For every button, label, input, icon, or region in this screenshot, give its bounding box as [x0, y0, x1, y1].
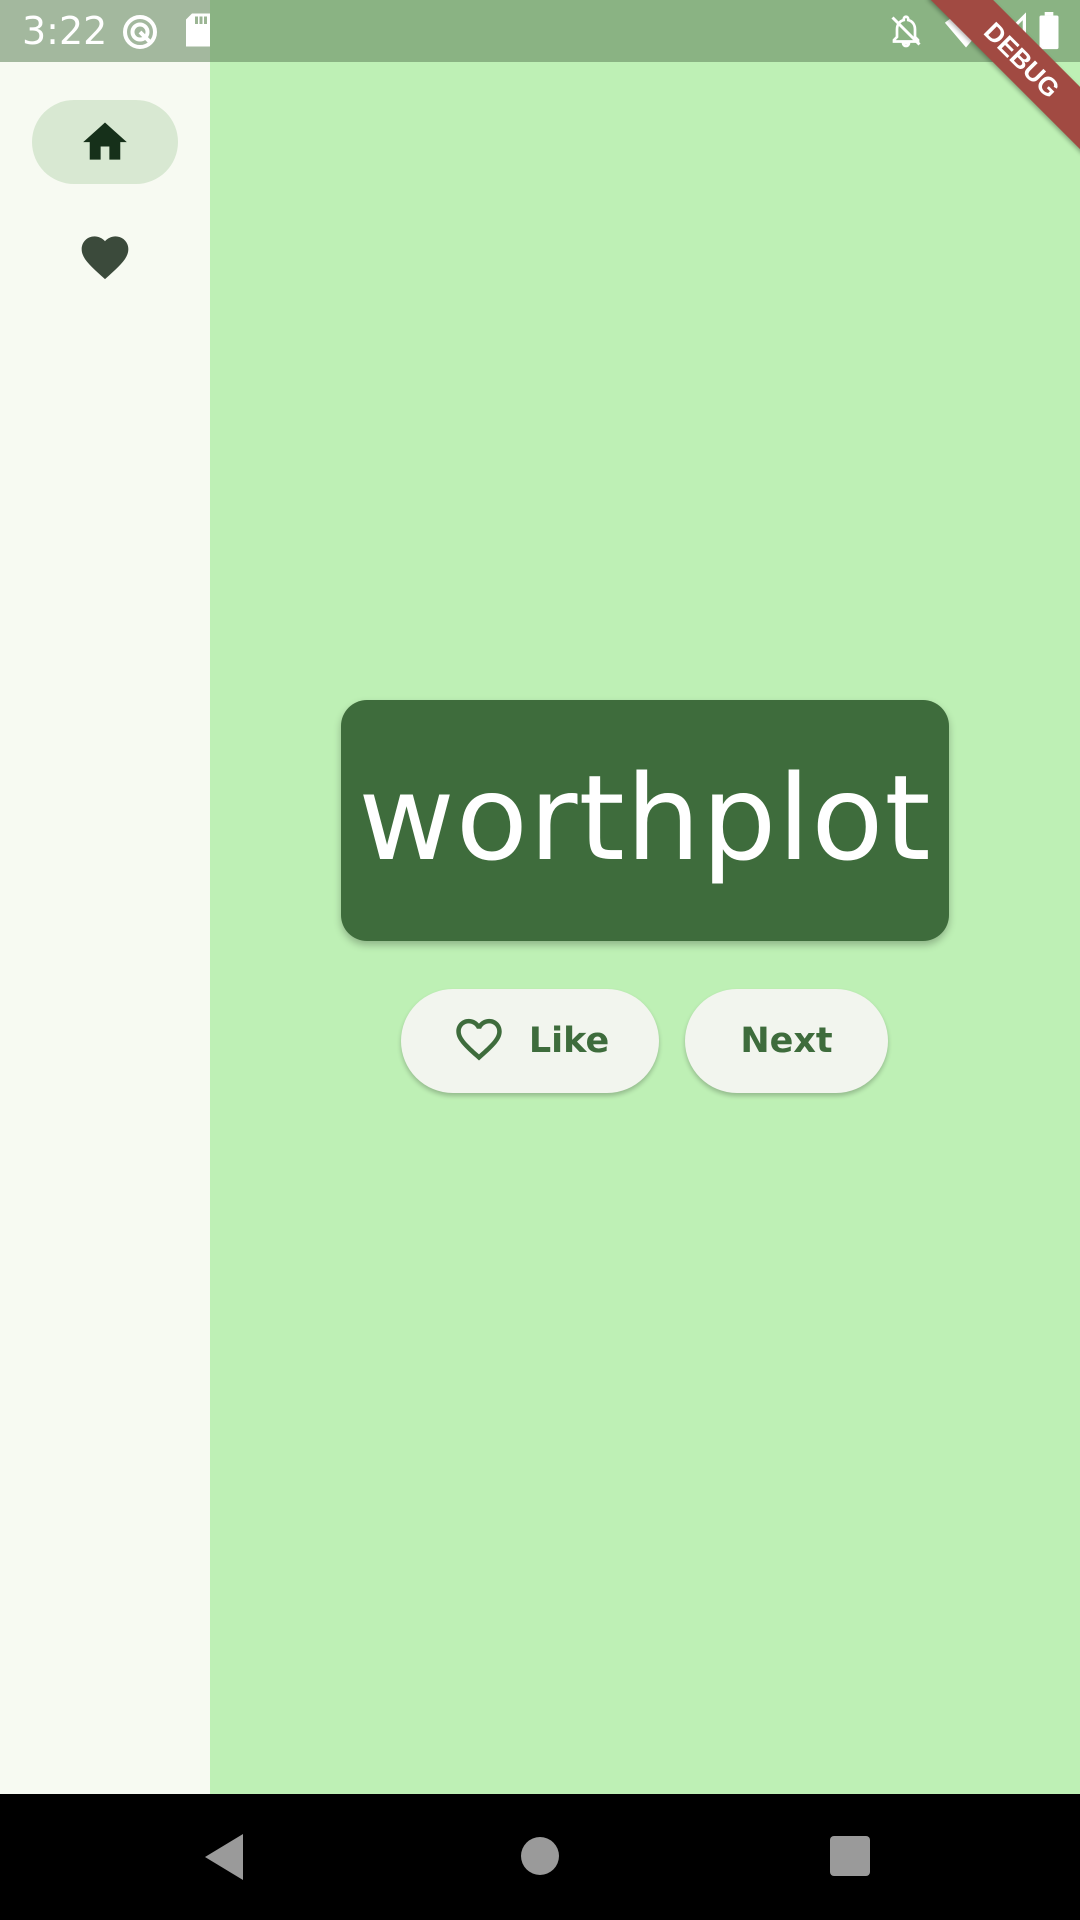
status-bar: 3:22 [0, 0, 1080, 62]
sync-icon [120, 12, 160, 57]
navigation-rail [0, 0, 210, 1794]
favorite-border-icon [451, 1012, 507, 1071]
like-button[interactable]: Like [401, 989, 659, 1093]
word-pair-card: worthplot [341, 700, 949, 941]
home-icon [78, 116, 132, 169]
like-button-label: Like [528, 1021, 610, 1061]
favorite-icon [77, 229, 133, 286]
nav-item-home[interactable] [32, 100, 178, 184]
recents-icon[interactable] [830, 1836, 870, 1881]
debug-label: DEBUG [928, 0, 1080, 154]
word-pair-text: worthplot [358, 748, 932, 887]
next-button[interactable]: Next [685, 989, 888, 1093]
sd-card-icon [183, 12, 213, 53]
debug-banner: DEBUG [920, 0, 1080, 160]
next-button-label: Next [740, 1021, 833, 1061]
system-navigation-bar [0, 1794, 1080, 1920]
nav-item-favorites[interactable] [32, 215, 178, 299]
home-circle-icon[interactable] [520, 1836, 560, 1881]
notifications-off-icon [888, 12, 924, 55]
status-time: 3:22 [22, 9, 108, 53]
back-icon[interactable] [205, 1834, 245, 1885]
